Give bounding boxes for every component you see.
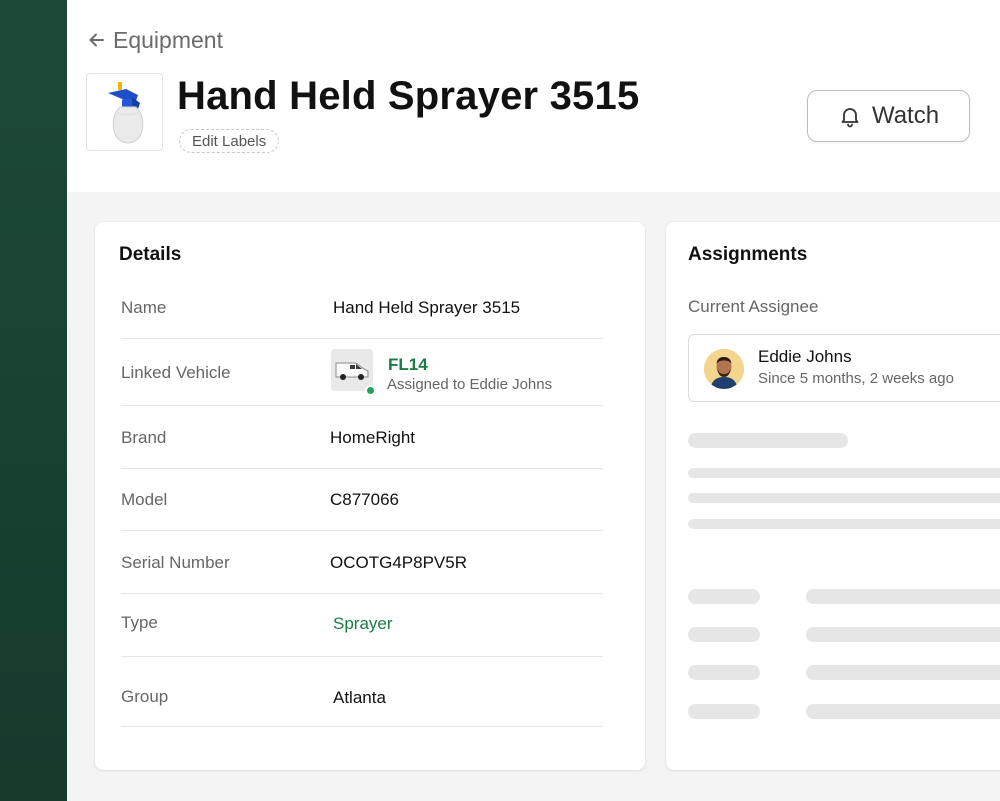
- detail-row-brand: Brand HomeRight: [121, 406, 603, 469]
- skeleton-placeholder: [688, 468, 1000, 478]
- van-image[interactable]: [331, 349, 373, 391]
- skeleton-placeholder: [806, 665, 1000, 680]
- skeleton-placeholder: [688, 665, 760, 680]
- page-header: Equipment Hand Held Sprayer 3515 Edit La…: [67, 0, 1000, 192]
- detail-label-group: Group: [121, 687, 169, 706]
- bell-icon: [841, 108, 859, 128]
- breadcrumb-label: Equipment: [113, 26, 223, 53]
- detail-label-serial: Serial Number: [121, 553, 230, 572]
- detail-row-group: Group Atlanta: [121, 657, 603, 727]
- skeleton-placeholder: [688, 433, 848, 448]
- skeleton-placeholder: [806, 627, 1000, 642]
- detail-row-model: Model C877066: [121, 469, 603, 531]
- detail-row-type: Type Sprayer: [121, 594, 603, 657]
- detail-row-linked-vehicle: Linked Vehicle FL14 Assigned to Eddie Jo…: [121, 339, 603, 406]
- detail-label-model: Model: [121, 490, 168, 509]
- assignments-title: Assignments: [688, 244, 808, 265]
- watch-label: Watch: [871, 102, 940, 129]
- detail-label-linked-vehicle: Linked Vehicle: [121, 363, 231, 382]
- linked-vehicle-assignment: Assigned to Eddie Johns: [387, 376, 553, 393]
- page-title: Hand Held Sprayer 3515: [177, 74, 640, 118]
- assignments-card: Assignments Current Assignee Eddie Johns…: [666, 222, 1000, 770]
- assignee-name: Eddie Johns: [758, 347, 852, 366]
- skeleton-placeholder: [688, 589, 760, 604]
- breadcrumb-back-link[interactable]: Equipment: [87, 26, 223, 54]
- detail-value-group: Atlanta: [333, 688, 386, 707]
- detail-value-brand: HomeRight: [330, 428, 416, 447]
- type-link[interactable]: Sprayer: [333, 614, 393, 634]
- current-assignee-label: Current Assignee: [688, 297, 819, 316]
- detail-row-name: Name Hand Held Sprayer 3515: [121, 294, 603, 339]
- skeleton-placeholder: [688, 704, 760, 719]
- detail-row-serial: Serial Number OCOTG4P8PV5R: [121, 531, 603, 594]
- detail-value-serial: OCOTG4P8PV5R: [330, 553, 467, 572]
- assignee-since: Since 5 months, 2 weeks ago: [758, 370, 954, 387]
- detail-label-name: Name: [121, 298, 167, 317]
- skeleton-placeholder: [688, 519, 1000, 529]
- details-card: Details Name Hand Held Sprayer 3515 Link…: [95, 222, 645, 770]
- edit-labels-button[interactable]: Edit Labels: [179, 129, 280, 153]
- current-assignee-card[interactable]: Eddie Johns Since 5 months, 2 weeks ago: [688, 334, 1000, 402]
- arrow-left-icon: [89, 33, 104, 47]
- sprayer-image: [86, 73, 163, 151]
- skeleton-placeholder: [806, 704, 1000, 719]
- detail-label-brand: Brand: [121, 428, 167, 447]
- detail-label-type: Type: [121, 613, 158, 632]
- avatar: [704, 349, 744, 389]
- linked-vehicle-link[interactable]: FL14: [388, 355, 428, 375]
- detail-value-name: Hand Held Sprayer 3515: [333, 298, 521, 317]
- app-sidebar: [0, 0, 67, 801]
- details-title: Details: [119, 244, 182, 265]
- skeleton-placeholder: [688, 627, 760, 642]
- skeleton-placeholder: [806, 589, 1000, 604]
- vehicle-status-dot: [365, 385, 376, 396]
- detail-value-model: C877066: [330, 490, 400, 509]
- watch-button[interactable]: Watch: [807, 90, 970, 142]
- skeleton-placeholder: [688, 493, 1000, 503]
